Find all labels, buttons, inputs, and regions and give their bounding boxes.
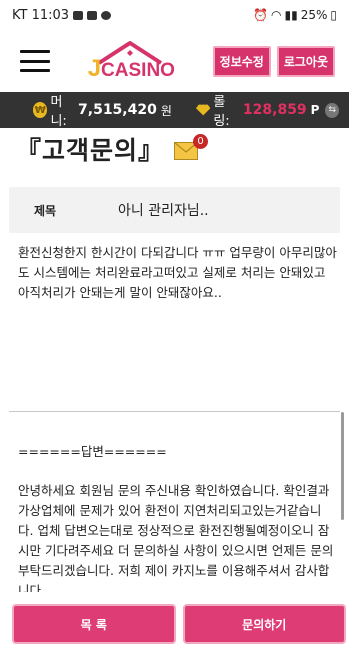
page-title-row: 『고객문의』 0: [0, 128, 349, 170]
money-label: 머니:: [50, 95, 67, 129]
rolling-value: 128,859: [242, 102, 307, 118]
site-header: JCASINO 정보수정 로그아웃: [0, 30, 349, 92]
answer-body: 안녕하세요 회원님 문의 주신내용 확인하였습니다. 확인결과 가상업체에 문제…: [18, 483, 334, 592]
status-bar: KT 11:03 ⏰ ◠ ▮▮ 25% ▯: [0, 0, 349, 30]
rolling-unit: P: [310, 103, 320, 117]
signal-icon: ▮▮: [284, 8, 298, 22]
gallery-notification-icon: [73, 10, 84, 20]
carrier-time: KT 11:03: [12, 7, 70, 23]
chat-notification-icon: [87, 10, 98, 20]
action-buttons: 목 록 문의하기: [12, 604, 346, 644]
money-value: 7,515,420: [78, 102, 157, 118]
alarm-icon: ⏰: [253, 8, 269, 22]
subject-row: 제목 아니 관리자님..: [9, 187, 340, 233]
inquire-button[interactable]: 문의하기: [182, 604, 346, 644]
answer-panel[interactable]: ======답변====== 안녕하세요 회원님 문의 주신내용 확인하였습니다…: [18, 442, 335, 592]
page-title: 『고객문의』: [16, 136, 165, 165]
logout-button[interactable]: 로그아웃: [276, 45, 335, 77]
money-unit: 원: [160, 103, 172, 118]
site-logo[interactable]: JCASINO: [83, 39, 179, 83]
convert-icon[interactable]: ⇆: [325, 102, 340, 118]
list-button[interactable]: 목 록: [12, 604, 176, 644]
balance-bar: ₩ 머니: 7,515,420 원 롤링: 128,859 P ⇆: [0, 92, 349, 129]
coin-icon: ₩: [33, 102, 48, 118]
menu-icon[interactable]: [20, 50, 50, 72]
rolling-label: 롤링:: [213, 95, 230, 129]
edit-info-button[interactable]: 정보수정: [212, 45, 271, 77]
divider: [9, 411, 340, 412]
diamond-icon: [195, 104, 211, 116]
battery-icon: ▯: [330, 8, 337, 22]
subject-label: 제목: [34, 203, 57, 218]
messenger-notification-icon: [101, 10, 112, 20]
subject-value: 아니 관리자님..: [118, 203, 209, 219]
wifi-icon: ◠: [271, 8, 282, 22]
mail-badge: 0: [193, 134, 209, 149]
inquiry-body: 환전신청한지 한시간이 다되갑니다 ㅠㅠ 업무량이 아무리많아도 시스템에는 처…: [18, 245, 337, 300]
mail-icon[interactable]: 0: [174, 134, 209, 160]
battery-percent: 25%: [300, 8, 328, 22]
answer-header: ======답변======: [18, 444, 167, 459]
answer-scrollbar[interactable]: [341, 412, 344, 520]
